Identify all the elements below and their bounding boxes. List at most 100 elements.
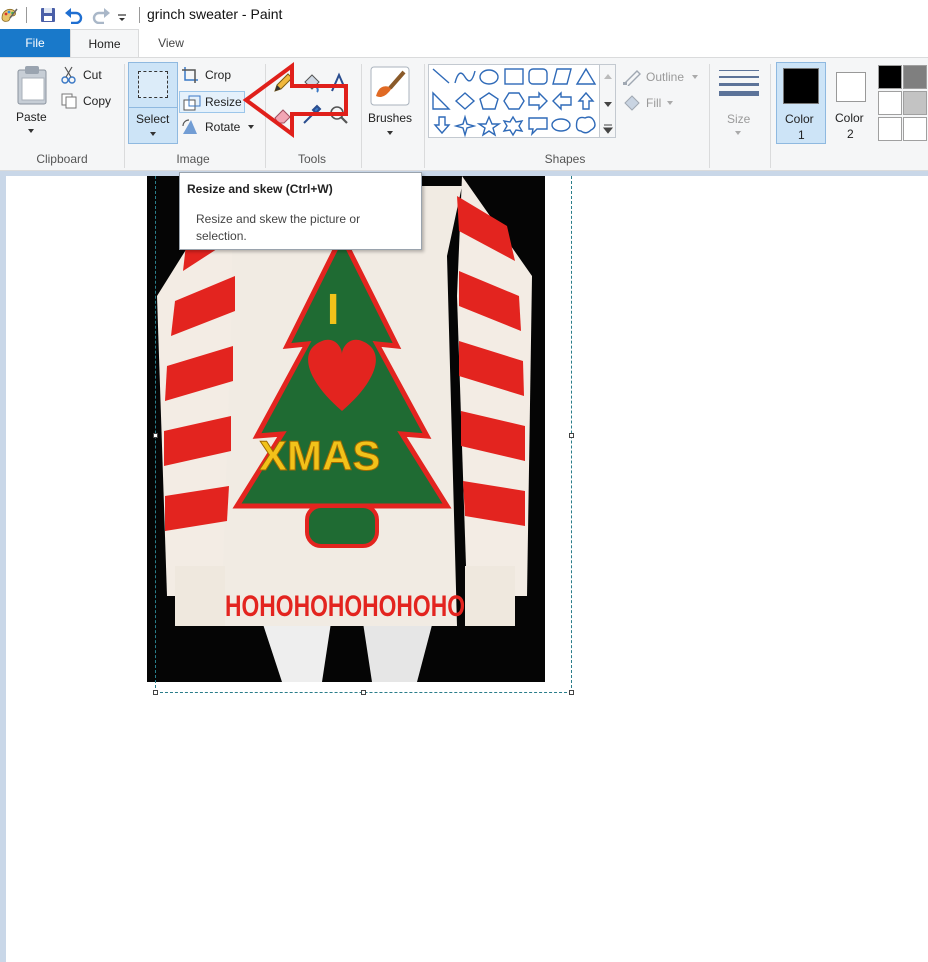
copy-button[interactable]: Copy (60, 92, 120, 112)
redo-icon[interactable] (91, 6, 110, 25)
chevron-down-icon (667, 101, 673, 105)
down-arrow-shape-icon (433, 116, 451, 135)
six-point-star-shape-icon (502, 115, 524, 137)
color-2-swatch (836, 72, 866, 102)
customize-quick-access-icon[interactable] (116, 6, 134, 24)
paste-button[interactable]: Paste (12, 64, 52, 140)
rotate-icon (182, 119, 197, 134)
crop-button[interactable]: Crop (181, 66, 241, 86)
copy-label: Copy (83, 94, 112, 108)
ribbon-tabs: File Home View (0, 29, 928, 57)
separator (26, 7, 27, 23)
pentagon-shape-icon (479, 92, 499, 110)
palette-swatch[interactable] (903, 117, 927, 141)
palette-swatch[interactable] (903, 91, 927, 115)
size-button[interactable]: Size (714, 64, 762, 142)
triangle-shape-icon (575, 67, 597, 85)
resize-handle-right[interactable] (569, 433, 574, 438)
cut-label: Cut (83, 68, 102, 82)
line-shape-icon (432, 68, 450, 84)
fill-button[interactable]: Fill (622, 94, 682, 114)
oval-shape-icon (479, 69, 499, 85)
brushes-label: Brushes (368, 111, 413, 125)
copy-icon (61, 93, 77, 109)
color-1-swatch (783, 68, 819, 104)
undo-icon[interactable] (64, 6, 83, 25)
palette-swatch[interactable] (878, 91, 902, 115)
color-1-number: 1 (798, 128, 805, 142)
outline-label: Outline (646, 70, 685, 84)
left-arrow-shape-icon (552, 91, 572, 111)
palette-swatch[interactable] (903, 65, 927, 89)
resize-handle-bottom-left[interactable] (153, 690, 158, 695)
chevron-down-icon (735, 131, 741, 135)
select-button[interactable]: Select (128, 62, 178, 144)
group-separator (709, 64, 710, 168)
brushes-button[interactable]: Brushes (366, 64, 416, 144)
tab-view[interactable]: View (139, 29, 203, 57)
tab-home[interactable]: Home (70, 29, 139, 57)
save-icon[interactable] (39, 6, 57, 24)
chevron-down-icon (28, 129, 34, 133)
crop-icon (182, 67, 198, 83)
title-bar: grinch sweater - Paint (0, 0, 928, 29)
cut-button[interactable]: Cut (60, 66, 120, 86)
curve-shape-icon (454, 70, 476, 84)
palette-swatch[interactable] (878, 117, 902, 141)
tab-file[interactable]: File (0, 29, 70, 57)
scissors-icon (61, 66, 76, 84)
selection-rectangle[interactable] (155, 176, 572, 693)
resize-handle-bottom-right[interactable] (569, 690, 574, 695)
gallery-expand-icon (602, 124, 614, 134)
shapes-gallery[interactable] (428, 64, 600, 138)
annotation-arrow-icon (242, 62, 348, 138)
scroll-up-icon (604, 74, 612, 79)
color-2-number: 2 (847, 127, 854, 141)
color-1-label: Color (785, 112, 814, 126)
hexagon-shape-icon (503, 92, 525, 110)
fill-label: Fill (646, 96, 662, 110)
tooltip-title: Resize and skew (Ctrl+W) (187, 182, 333, 196)
image-group-label: Image (176, 152, 210, 166)
chevron-down-icon (692, 75, 698, 79)
resize-tooltip: Resize and skew (Ctrl+W) Resize and skew… (179, 172, 422, 250)
group-separator (361, 64, 362, 168)
oval-callout-shape-icon (551, 118, 571, 132)
cloud-callout-shape-icon (575, 116, 596, 134)
chevron-down-icon (150, 132, 156, 136)
separator (139, 7, 140, 23)
right-arrow-shape-icon (528, 91, 548, 111)
ribbon: Paste Cut Copy Clipboard Select Crop Res… (0, 57, 928, 171)
size-label: Size (727, 112, 751, 126)
select-rectangle-icon (138, 71, 168, 98)
palette-swatch[interactable] (878, 65, 902, 89)
rectangle-shape-icon (504, 68, 524, 85)
resize-button[interactable]: Resize (179, 91, 245, 113)
window-title: grinch sweater - Paint (147, 6, 283, 22)
diamond-shape-icon (454, 92, 476, 110)
color-1-button[interactable]: Color 1 (776, 62, 826, 144)
paste-label: Paste (16, 110, 47, 124)
color-2-button[interactable]: Color 2 (830, 62, 872, 144)
brush-icon (370, 66, 410, 106)
shapes-scrollbar[interactable] (600, 64, 616, 138)
tooltip-description: Resize and skew the picture or selection… (196, 212, 361, 243)
chevron-down-icon (387, 131, 393, 135)
polygon-shape-icon (552, 68, 572, 85)
rounded-rectangle-shape-icon (528, 68, 548, 85)
outline-button[interactable]: Outline (622, 68, 702, 88)
up-arrow-shape-icon (577, 91, 595, 110)
resize-icon (183, 95, 201, 111)
five-point-star-shape-icon (476, 115, 502, 137)
paint-app-icon[interactable] (0, 6, 18, 24)
clipboard-group-label: Clipboard (36, 152, 88, 166)
four-point-star-shape-icon (453, 114, 477, 138)
right-triangle-shape-icon (432, 91, 451, 110)
resize-handle-bottom[interactable] (361, 690, 366, 695)
tools-group-label: Tools (297, 152, 326, 166)
crop-label: Crop (205, 68, 232, 82)
resize-handle-left[interactable] (153, 433, 158, 438)
scroll-down-icon (604, 102, 612, 107)
outline-icon (623, 70, 641, 87)
shapes-group-label: Shapes (544, 152, 586, 166)
